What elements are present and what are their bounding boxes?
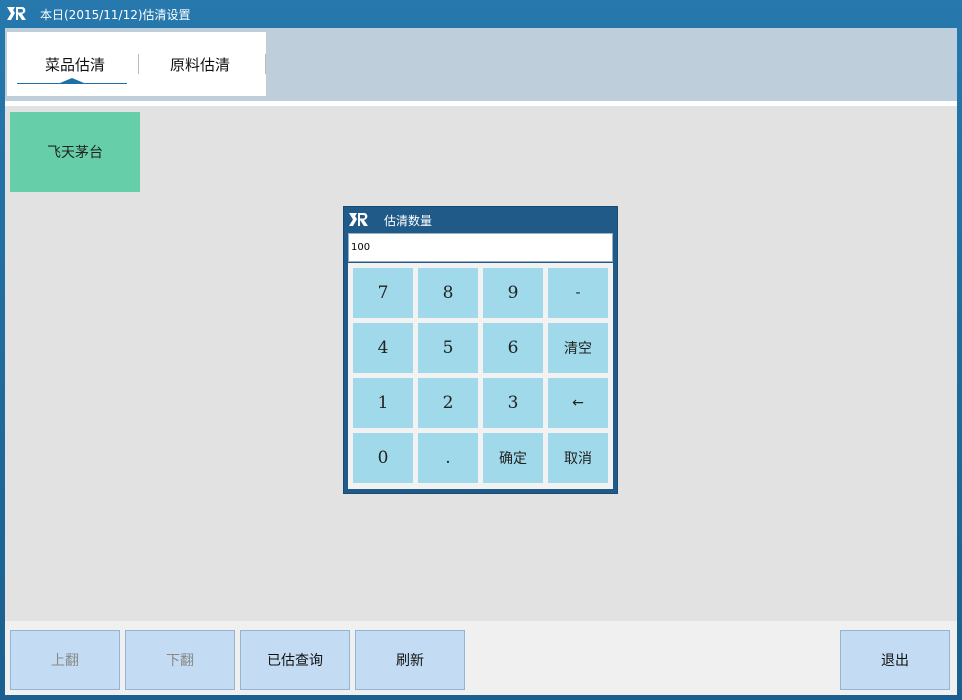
quantity-input[interactable] <box>348 233 613 262</box>
tab-active-caret-icon <box>60 78 84 83</box>
key-8[interactable]: 8 <box>418 268 478 318</box>
tab-dish-estimate[interactable]: 菜品估清 <box>15 32 135 96</box>
xr-logo-icon <box>348 211 372 229</box>
key-1[interactable]: 1 <box>353 378 413 428</box>
tab-active-underline <box>17 83 127 84</box>
cancel-button[interactable]: 取消 <box>548 433 608 483</box>
next-page-button[interactable]: 下翻 <box>125 630 235 690</box>
xr-logo-icon <box>6 5 28 23</box>
tab-material-estimate[interactable]: 原料估清 <box>140 32 260 96</box>
title-bar: 本日(2015/11/12)估清设置 <box>0 0 962 28</box>
key-7[interactable]: 7 <box>353 268 413 318</box>
key-9[interactable]: 9 <box>483 268 543 318</box>
window-title: 本日(2015/11/12)估清设置 <box>40 7 191 22</box>
dish-item[interactable]: 飞天茅台 <box>10 112 140 192</box>
key-2[interactable]: 2 <box>418 378 478 428</box>
estimated-query-button[interactable]: 已估查询 <box>240 630 350 690</box>
key-clear[interactable]: 清空 <box>548 323 608 373</box>
footer-toolbar: 上翻 下翻 已估查询 刷新 退出 <box>5 621 957 695</box>
tab-divider <box>138 54 139 74</box>
numeric-keypad: 7 8 9 - 4 5 6 清空 1 2 3 ← 0 . 确定 取消 <box>348 263 613 489</box>
key-backspace[interactable]: ← <box>548 378 608 428</box>
key-dot[interactable]: . <box>418 433 478 483</box>
refresh-button[interactable]: 刷新 <box>355 630 465 690</box>
key-5[interactable]: 5 <box>418 323 478 373</box>
app-window: 本日(2015/11/12)估清设置 菜品估清 原料估清 飞天茅台 上翻 下翻 … <box>0 0 962 700</box>
tab-divider <box>265 54 266 74</box>
key-3[interactable]: 3 <box>483 378 543 428</box>
key-0[interactable]: 0 <box>353 433 413 483</box>
key-4[interactable]: 4 <box>353 323 413 373</box>
dialog-title: 估清数量 <box>384 213 433 228</box>
key-6[interactable]: 6 <box>483 323 543 373</box>
tabs-container: 菜品估清 原料估清 <box>7 32 266 96</box>
prev-page-button[interactable]: 上翻 <box>10 630 120 690</box>
key-minus[interactable]: - <box>548 268 608 318</box>
exit-button[interactable]: 退出 <box>840 630 950 690</box>
estimate-quantity-dialog: 估清数量 7 8 9 - 4 5 6 清空 1 2 3 ← 0 . 确定 取消 <box>343 206 618 494</box>
dialog-title-bar: 估清数量 <box>344 207 617 233</box>
tabbar-separator <box>5 101 957 106</box>
tab-bar: 菜品估清 原料估清 <box>5 28 957 101</box>
confirm-button[interactable]: 确定 <box>483 433 543 483</box>
